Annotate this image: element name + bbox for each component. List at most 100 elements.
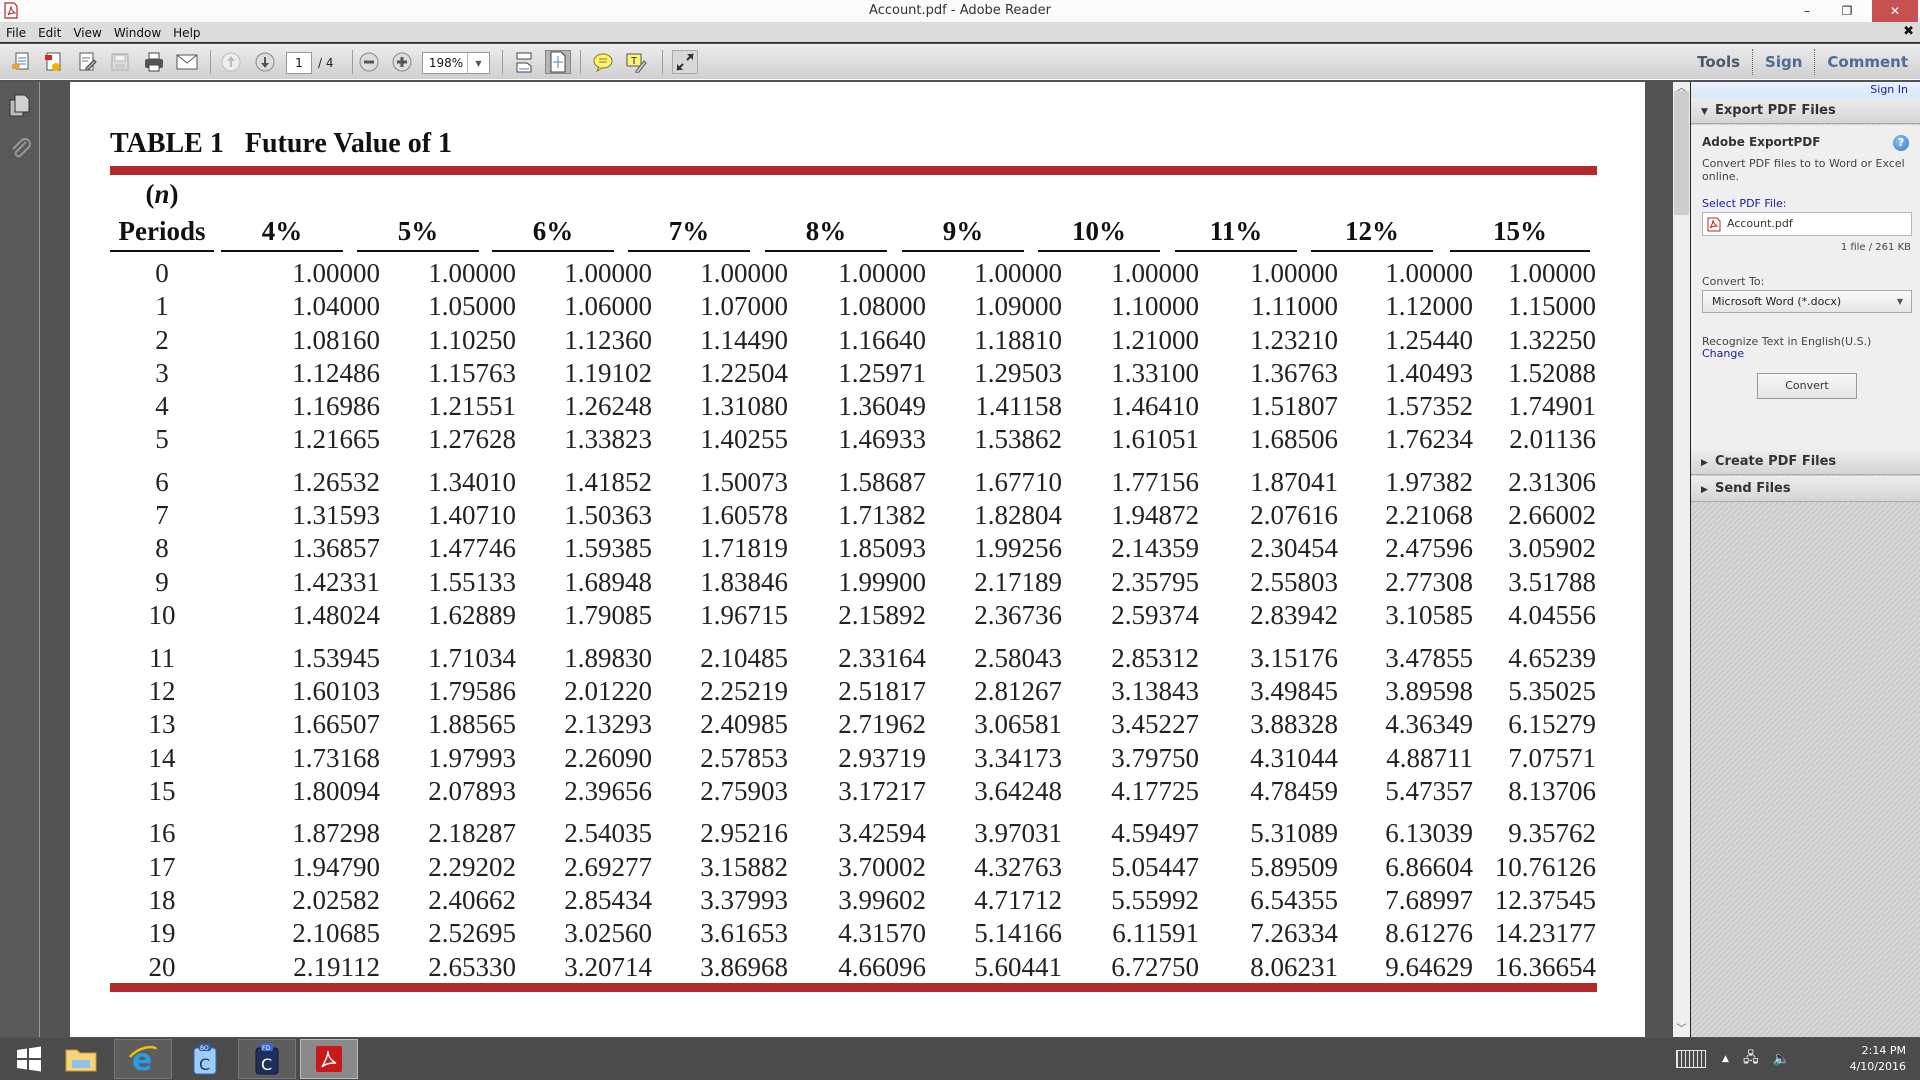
value-cell: 2.52695 <box>428 918 516 948</box>
value-cell: 2.21068 <box>1385 500 1473 530</box>
close-button[interactable]: ✕ <box>1872 0 1918 22</box>
scroll-down-icon[interactable]: ﹀ <box>1673 1023 1690 1037</box>
convert-button[interactable]: Convert <box>1757 373 1857 399</box>
toolbar: 1 / 4 198% ▼ T Tools Sign Comment <box>0 44 1920 80</box>
send-files-section-label: Send Files <box>1715 481 1791 496</box>
sign-in-link[interactable]: Sign In <box>1691 82 1920 98</box>
minimize-button[interactable]: – <box>1790 0 1824 22</box>
period-cell: 9 <box>155 567 169 597</box>
add-sticky-note-button[interactable] <box>590 50 616 74</box>
scrollbar-thumb[interactable] <box>1674 91 1689 215</box>
period-cell: 5 <box>155 424 169 454</box>
print-button[interactable] <box>141 50 167 74</box>
zoom-out-button[interactable] <box>356 50 382 74</box>
value-cell: 1.41158 <box>975 391 1062 421</box>
period-cell: 19 <box>148 918 176 948</box>
chevron-down-icon[interactable]: ▼ <box>467 53 489 73</box>
taskbar-bo-client[interactable]: BO C <box>176 1039 234 1079</box>
show-hidden-icons-icon[interactable]: ▲ <box>1722 1054 1729 1064</box>
value-cell: 1.05000 <box>428 291 516 321</box>
value-cell: 1.31080 <box>700 391 788 421</box>
taskbar-internet-explorer[interactable]: e <box>114 1039 172 1079</box>
send-files-section-header[interactable]: ▶ Send Files <box>1691 476 1920 502</box>
next-page-button[interactable] <box>252 50 278 74</box>
full-screen-button[interactable] <box>672 50 698 74</box>
value-cell: 1.40255 <box>700 424 788 454</box>
value-cell: 2.54035 <box>564 818 652 848</box>
full-screen-icon <box>676 53 694 71</box>
value-cell: 3.64248 <box>974 776 1062 806</box>
help-icon[interactable]: ? <box>1893 135 1909 151</box>
taskbar-fd-client[interactable]: FD C <box>238 1039 296 1079</box>
value-cell: 1.68506 <box>1250 424 1338 454</box>
value-cell: 8.61276 <box>1385 918 1473 948</box>
menu-file[interactable]: File <box>0 23 32 44</box>
export-pdf-section-label: Export PDF Files <box>1715 103 1836 118</box>
zoom-in-button[interactable] <box>389 50 415 74</box>
periods-header: Periods <box>110 212 214 252</box>
create-pdf-icon <box>12 52 29 70</box>
comment-tab[interactable]: Comment <box>1815 44 1920 80</box>
value-cell: 1.19102 <box>564 358 652 388</box>
touch-keyboard-icon[interactable] <box>1676 1050 1707 1068</box>
service-title: Adobe ExportPDF <box>1702 135 1821 149</box>
vertical-scrollbar[interactable]: ︿ ﹀ <box>1673 82 1690 1037</box>
convert-to-select[interactable]: Microsoft Word (*.docx) ▼ <box>1702 290 1912 313</box>
selected-file-field[interactable]: Account.pdf <box>1702 212 1912 236</box>
menu-edit[interactable]: Edit <box>32 23 67 44</box>
save-button[interactable] <box>107 50 133 74</box>
menu-window[interactable]: Window <box>108 23 167 44</box>
value-cell: 2.71962 <box>838 709 926 739</box>
page-thumbnails-button[interactable] <box>8 92 32 120</box>
fit-page-button[interactable] <box>545 50 571 74</box>
expanded-triangle-icon: ▼ <box>1701 107 1708 117</box>
attachments-button[interactable] <box>8 134 32 162</box>
print-icon <box>145 52 163 72</box>
system-clock[interactable]: 2:14 PM 4/10/2016 <box>1850 1043 1906 1075</box>
maximize-button[interactable]: ❐ <box>1830 0 1864 22</box>
value-cell: 1.25971 <box>838 358 926 388</box>
previous-page-button[interactable] <box>218 50 244 74</box>
zoom-level-select[interactable]: 198% ▼ <box>422 52 490 74</box>
tools-tab[interactable]: Tools <box>1685 44 1752 80</box>
value-cell: 1.62889 <box>428 600 516 630</box>
value-cell: 1.26532 <box>292 467 380 497</box>
value-cell: 1.82804 <box>974 500 1062 530</box>
value-cell: 1.33823 <box>564 424 652 454</box>
value-cell: 1.88565 <box>428 709 516 739</box>
highlight-text-button[interactable]: T <box>624 50 650 74</box>
network-icon[interactable]: 🖧 <box>1743 1047 1759 1071</box>
paren-close: ) <box>169 179 179 209</box>
scrolling-mode-button[interactable] <box>511 50 537 74</box>
close-document-icon[interactable]: ✖ <box>1903 24 1914 39</box>
value-cell: 1.51807 <box>1250 391 1338 421</box>
menu-view[interactable]: View <box>67 23 107 44</box>
create-pdf-section-header[interactable]: ▶ Create PDF Files <box>1691 449 1920 475</box>
value-cell: 3.45227 <box>1111 709 1199 739</box>
export-pdf-button[interactable] <box>40 50 66 74</box>
value-cell: 1.15000 <box>1508 291 1596 321</box>
sign-tab[interactable]: Sign <box>1753 44 1814 80</box>
taskbar-adobe-reader[interactable] <box>300 1039 358 1079</box>
value-cell: 1.79586 <box>428 676 516 706</box>
pdf-page: TABLE 1 Future Value of 1 (n) Periods 4%… <box>70 82 1645 1037</box>
document-viewport[interactable]: TABLE 1 Future Value of 1 (n) Periods 4%… <box>41 82 1673 1037</box>
volume-icon[interactable]: 🔈 <box>1773 1051 1790 1067</box>
value-cell: 2.58043 <box>974 643 1062 673</box>
edit-pdf-button[interactable] <box>74 50 100 74</box>
value-cell: 1.99900 <box>838 567 926 597</box>
value-cell: 2.40662 <box>428 885 516 915</box>
menu-help[interactable]: Help <box>167 23 206 44</box>
taskbar-file-explorer[interactable] <box>52 1039 110 1079</box>
create-pdf-button[interactable] <box>8 50 34 74</box>
value-cell: 4.65239 <box>1508 643 1596 673</box>
export-pdf-section-header[interactable]: ▼ Export PDF Files <box>1691 98 1920 124</box>
value-cell: 1.04000 <box>292 291 380 321</box>
page-number-input[interactable]: 1 <box>286 52 312 74</box>
export-pdf-icon <box>45 52 61 71</box>
email-button[interactable] <box>174 50 200 74</box>
change-language-link[interactable]: Change <box>1702 347 1744 360</box>
service-description: Convert PDF files to to Word or Excel on… <box>1702 157 1905 183</box>
start-button[interactable] <box>0 1039 58 1079</box>
selected-file-name: Account.pdf <box>1727 217 1793 230</box>
